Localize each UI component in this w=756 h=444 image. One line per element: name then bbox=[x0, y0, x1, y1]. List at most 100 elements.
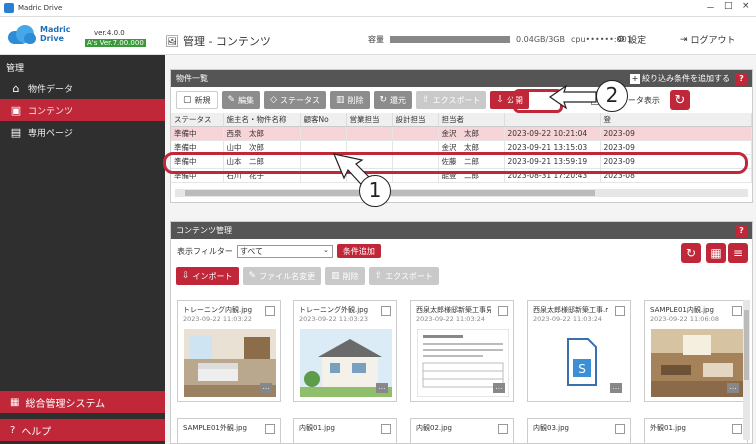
content-export-button[interactable]: ⇧ エクスポート bbox=[368, 267, 439, 285]
card-checkbox[interactable] bbox=[265, 424, 275, 434]
settings-label: 設定 bbox=[628, 36, 647, 46]
add-filter-label: 絞り込み条件を追加する bbox=[642, 74, 730, 83]
table-row[interactable]: 準備中 西泉 太郎 金沢 太郎 2023-09-22 10:21:04 2023… bbox=[171, 126, 752, 141]
capacity-value: 0.04GB/3GB bbox=[516, 35, 565, 44]
content-export-label: エクスポート bbox=[385, 271, 433, 281]
help-icon[interactable]: ? bbox=[735, 225, 748, 237]
sidebar-item-dedicated-page[interactable]: ▤ 専用ページ bbox=[0, 121, 165, 143]
horizontal-scrollbar[interactable] bbox=[175, 189, 748, 197]
card-date: 2023-09-22 11:03:23 bbox=[299, 315, 369, 323]
content-card[interactable]: SAMPLE01内観.jpg 2023-09-22 11:06:08 … bbox=[644, 300, 748, 402]
help-icon[interactable]: ? bbox=[735, 73, 748, 85]
more-icon[interactable]: … bbox=[260, 383, 272, 393]
cell-sales bbox=[346, 126, 393, 141]
maximize-button[interactable]: □ bbox=[724, 1, 733, 11]
content-card[interactable]: 西泉太郎様邸新築工事.mi 2023-09-22 11:03:24 S … bbox=[527, 300, 631, 402]
card-checkbox[interactable] bbox=[498, 306, 508, 316]
content-card[interactable]: 西泉太郎様邸新築工事見積 2023-09-22 11:03:24 … bbox=[410, 300, 514, 402]
card-date: 2023-09-22 11:03:24 bbox=[416, 315, 486, 323]
refresh-icon[interactable]: ↻ bbox=[669, 90, 690, 110]
plus-icon: + bbox=[630, 73, 640, 84]
system-label: 総合管理システム bbox=[25, 398, 106, 410]
status-button[interactable]: ◇ ステータス bbox=[264, 91, 326, 109]
publish-icon: ⇩ bbox=[496, 95, 504, 105]
sidebar: 管理 ⌂ 物件データ ▣ コンテンツ ▤ 専用ページ ▦ 総合管理システム ? ヘルプ bbox=[0, 55, 165, 444]
page-title-text: 管理 - コンテンツ bbox=[182, 35, 271, 48]
home-icon: ⌂ bbox=[12, 81, 20, 95]
sidebar-item-label: 専用ページ bbox=[28, 128, 73, 139]
property-panel-header: 物件一覧 + 絞り込み条件を追加する ? bbox=[171, 70, 752, 87]
vertical-scrollbar[interactable] bbox=[743, 300, 750, 440]
content-card[interactable]: SAMPLE01外観.jpg bbox=[177, 418, 281, 443]
rename-button[interactable]: ✎ ファイル名変更 bbox=[242, 267, 322, 285]
tag-icon: ◇ bbox=[270, 95, 277, 105]
card-checkbox[interactable] bbox=[732, 424, 742, 434]
settings-button[interactable]: ⚙ 設定 bbox=[617, 33, 647, 47]
pencil-icon: ✎ bbox=[227, 95, 236, 105]
card-checkbox[interactable] bbox=[732, 306, 742, 316]
restore-label: 還元 bbox=[390, 95, 407, 105]
upload-icon: ⇧ bbox=[374, 271, 383, 281]
import-button[interactable]: ⇩ インポート bbox=[176, 267, 239, 285]
filter-select[interactable]: すべて ⌄ bbox=[236, 244, 333, 258]
property-toolbar: ▢ 新規 ✎ 編集 ◇ ステータス ▥ 削除 ↻ 還元 ⇧ エクスポート ⇩ 公開 削除データ… bbox=[171, 87, 752, 113]
sidebar-item-contents[interactable]: ▣ コンテンツ bbox=[0, 99, 165, 121]
export-button[interactable]: ⇧ エクスポート bbox=[416, 91, 487, 109]
list-view-icon[interactable]: ≡ bbox=[728, 243, 748, 263]
column-header[interactable]: 担当者 bbox=[438, 113, 505, 127]
scrollbar-thumb[interactable] bbox=[744, 310, 749, 380]
grid-view-icon[interactable]: ▦ bbox=[706, 243, 726, 263]
column-header[interactable]: 設計担当 bbox=[392, 113, 439, 127]
logo: Madric Drive bbox=[8, 23, 71, 45]
capacity-bar bbox=[390, 36, 510, 43]
column-header[interactable]: ステータス bbox=[171, 113, 224, 127]
card-checkbox[interactable] bbox=[265, 306, 275, 316]
content-card[interactable]: 内観03.jpg bbox=[527, 418, 631, 443]
column-header[interactable] bbox=[504, 113, 601, 127]
app-icon bbox=[4, 3, 14, 13]
card-date: 2023-09-22 11:06:08 bbox=[650, 315, 720, 323]
column-header[interactable]: 施主名・物件名称 bbox=[223, 113, 301, 127]
refresh-icon[interactable]: ↻ bbox=[681, 243, 701, 263]
content-card[interactable]: トレーニング内観.jpg 2023-09-22 11:03:22 … bbox=[177, 300, 281, 402]
logout-button[interactable]: ⇥ ログアウト bbox=[680, 33, 736, 47]
content-card[interactable]: 外観01.jpg bbox=[644, 418, 748, 443]
version-badge: A's Ver.7.00.000 bbox=[85, 39, 146, 47]
sidebar-item-label: 物件データ bbox=[28, 84, 74, 95]
card-checkbox[interactable] bbox=[381, 424, 391, 434]
help-button[interactable]: ? ヘルプ bbox=[0, 419, 165, 441]
window-titlebar: Madric Drive － □ × bbox=[0, 0, 756, 17]
add-condition-button[interactable]: 条件追加 bbox=[336, 244, 381, 258]
help-label: ヘルプ bbox=[21, 426, 52, 438]
card-date: 2023-09-22 11:03:24 bbox=[533, 315, 603, 323]
more-icon[interactable]: … bbox=[493, 383, 505, 393]
delete-button[interactable]: ▥ 削除 bbox=[329, 91, 370, 109]
column-header[interactable]: 顧客No bbox=[300, 113, 347, 127]
column-header[interactable]: 登 bbox=[600, 113, 752, 127]
new-button[interactable]: ▢ 新規 bbox=[176, 91, 218, 109]
edit-button[interactable]: ✎ 編集 bbox=[221, 91, 261, 109]
new-label: 新規 bbox=[194, 95, 211, 105]
content-card[interactable]: トレーニング外観.jpg 2023-09-22 11:03:23 … bbox=[293, 300, 397, 402]
content-card[interactable]: 内観01.jpg bbox=[293, 418, 397, 443]
more-icon[interactable]: … bbox=[610, 383, 622, 393]
card-checkbox[interactable] bbox=[615, 306, 625, 316]
more-icon[interactable]: … bbox=[727, 383, 739, 393]
system-button[interactable]: ▦ 総合管理システム bbox=[0, 391, 165, 413]
content-delete-button[interactable]: ▥ 削除 bbox=[325, 267, 365, 285]
column-header[interactable]: 営業担当 bbox=[346, 113, 393, 127]
card-date: 2023-09-22 11:03:22 bbox=[183, 315, 253, 323]
card-checkbox[interactable] bbox=[498, 424, 508, 434]
minimize-button[interactable]: － bbox=[706, 1, 715, 14]
add-filter-button[interactable]: + 絞り込み条件を追加する bbox=[630, 73, 730, 84]
card-checkbox[interactable] bbox=[615, 424, 625, 434]
close-button[interactable]: × bbox=[742, 1, 750, 11]
card-name: 西泉太郎様邸新築工事見積 bbox=[416, 306, 491, 314]
restore-button[interactable]: ↻ 還元 bbox=[373, 91, 413, 109]
content-panel: コンテンツ管理 ? 表示フィルター すべて ⌄ 条件追加 ↻ ▦ ≡ ⇩ インポー… bbox=[170, 221, 753, 444]
content-card[interactable]: 内観02.jpg bbox=[410, 418, 514, 443]
sidebar-item-property[interactable]: ⌂ 物件データ bbox=[0, 77, 165, 99]
more-icon[interactable]: … bbox=[376, 383, 388, 393]
card-checkbox[interactable] bbox=[381, 306, 391, 316]
trash-icon: ▥ bbox=[331, 271, 340, 281]
